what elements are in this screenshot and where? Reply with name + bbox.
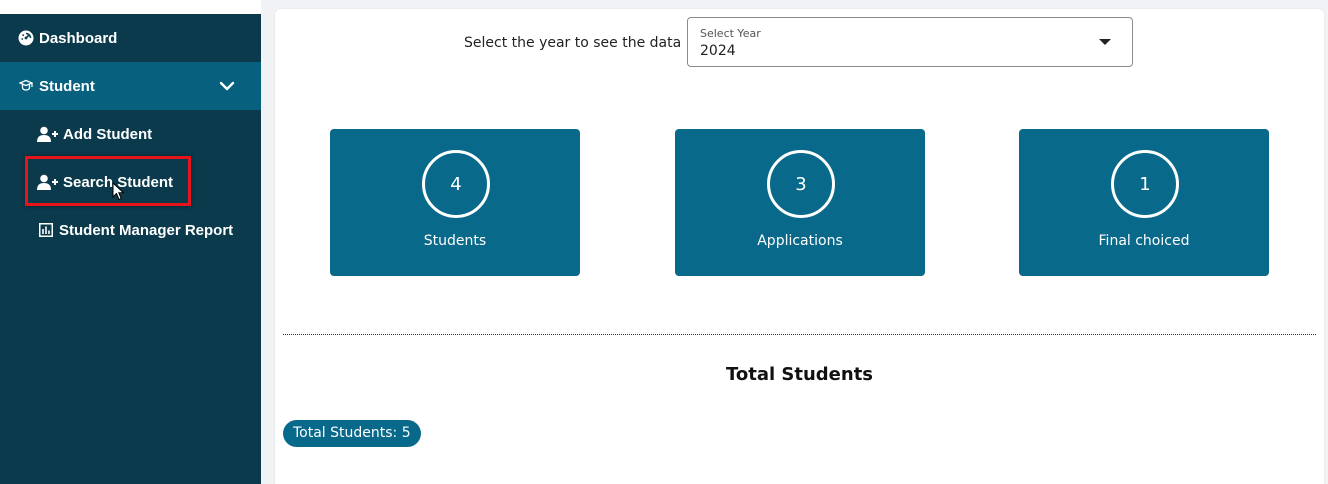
sidebar-item-search-student[interactable]: Search Student — [0, 158, 261, 206]
sidebar-item-add-student[interactable]: Add Student — [0, 110, 261, 158]
sidebar-item-dashboard[interactable]: Dashboard — [0, 14, 261, 62]
chevron-down-icon[interactable] — [219, 78, 235, 94]
student-icon — [17, 77, 35, 95]
caret-down-icon — [1099, 39, 1111, 45]
section-divider — [283, 334, 1316, 335]
sidebar-top-strip — [0, 0, 261, 14]
stat-count: 4 — [422, 150, 490, 218]
sidebar-item-label: Search Student — [63, 173, 174, 191]
year-select-prompt: Select the year to see the data — [464, 35, 682, 51]
total-students-badge: Total Students: 5 — [283, 420, 421, 447]
sidebar-item-student[interactable]: Student — [0, 62, 261, 110]
sidebar: Dashboard Student Add Student Search Stu… — [0, 0, 261, 484]
stat-card-final-choiced[interactable]: 1 Final choiced — [1019, 129, 1269, 276]
sidebar-item-label: Student — [39, 77, 95, 95]
year-select-value: 2024 — [700, 43, 736, 59]
add-user-icon — [37, 125, 59, 143]
sidebar-item-label: Dashboard — [39, 29, 118, 47]
bar-chart-icon — [37, 221, 55, 239]
stat-label: Final choiced — [1098, 233, 1190, 249]
sidebar-item-student-manager-report[interactable]: Student Manager Report — [0, 206, 261, 254]
add-user-icon — [37, 173, 59, 191]
stat-card-students[interactable]: 4 Students — [330, 129, 580, 276]
stat-count: 1 — [1111, 150, 1179, 218]
stat-label: Students — [423, 233, 487, 249]
main-content: Select the year to see the data Select Y… — [275, 9, 1324, 484]
stat-card-applications[interactable]: 3 Applications — [675, 129, 925, 276]
layout-gap — [261, 0, 275, 484]
section-title: Total Students — [725, 364, 874, 385]
stat-count: 3 — [767, 150, 835, 218]
sidebar-item-label: Add Student — [63, 125, 153, 143]
year-select[interactable]: Select Year 2024 — [687, 17, 1133, 67]
stat-label: Applications — [757, 233, 843, 249]
sidebar-item-label: Student Manager Report — [59, 221, 234, 239]
app-root: Dashboard Student Add Student Search Stu… — [0, 0, 1328, 484]
dashboard-icon — [17, 29, 35, 47]
year-select-label: Select Year — [700, 27, 761, 40]
